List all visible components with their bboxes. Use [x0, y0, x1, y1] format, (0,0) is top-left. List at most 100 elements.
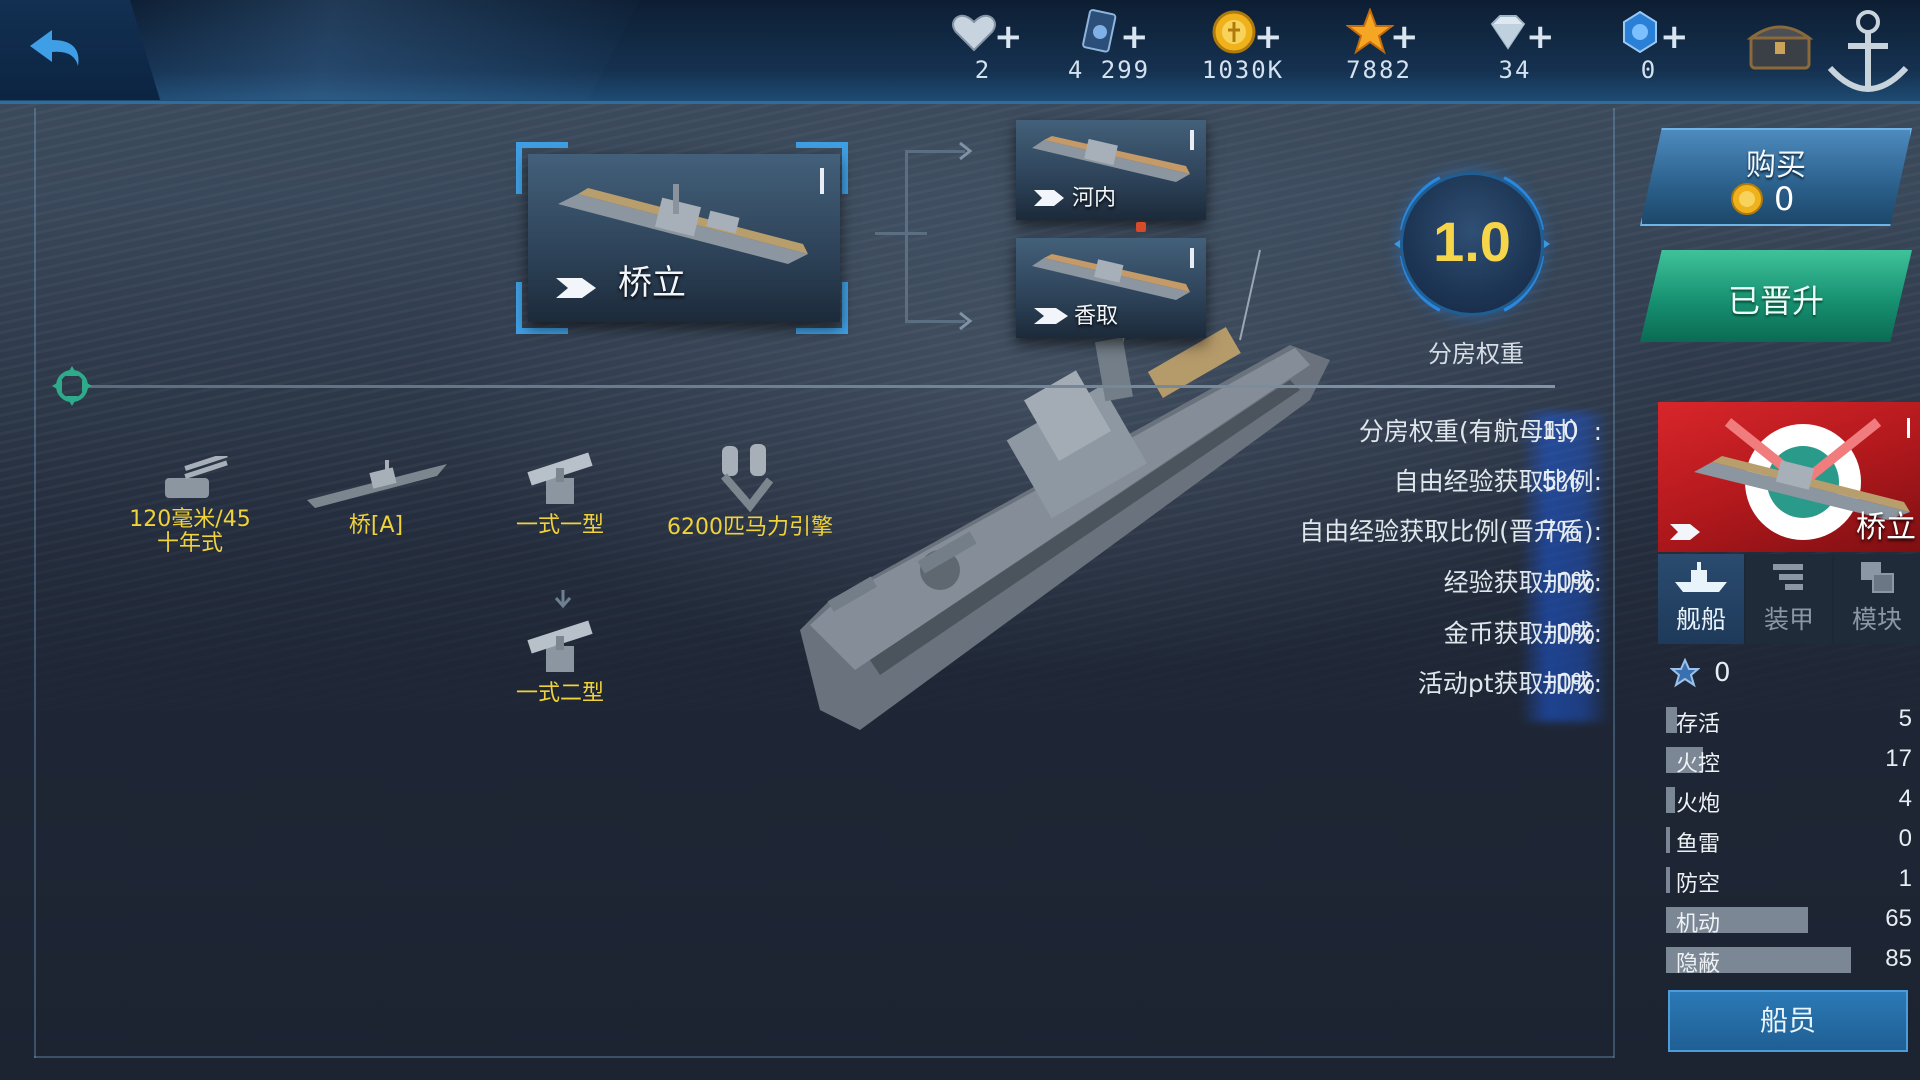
crew-label: 船员 [1759, 1004, 1816, 1037]
module-engine-label: 6200匹马力引擎 [667, 515, 833, 540]
attribute-value: 0 [1898, 825, 1912, 852]
cruiser-class-icon [1034, 190, 1064, 206]
frame-left [34, 108, 36, 1058]
attribute-name: 存活 [1676, 712, 1721, 737]
weight-value: 1.0 [1433, 210, 1511, 273]
resource-hearts: + 2 [928, 6, 1038, 86]
star-icon [1346, 8, 1394, 55]
tab-module[interactable]: 模块 [1834, 554, 1920, 644]
tab-armor-label: 装甲 [1763, 605, 1814, 634]
back-arrow-icon [30, 30, 79, 66]
attribute-value: 85 [1885, 945, 1912, 972]
heart-icon [952, 14, 996, 52]
add-diamonds-button[interactable]: + [1526, 20, 1555, 54]
attribute-bar-fill [1666, 827, 1670, 853]
hearts-value: 2 [974, 56, 992, 84]
buy-cost: 0 [1730, 180, 1850, 218]
attribute-name: 火控 [1676, 752, 1721, 777]
module-engine[interactable]: 6200匹马力引擎 [650, 440, 850, 540]
ship-portrait[interactable]: 桥立 [1658, 402, 1920, 552]
radar-icon [527, 620, 593, 672]
treasure-chest-icon[interactable] [1745, 14, 1815, 74]
stat-value: +0% [1542, 666, 1595, 697]
attribute-name: 鱼雷 [1676, 832, 1721, 857]
stars-value: 7882 [1346, 56, 1412, 84]
detail-tabs: 舰船 装甲 模块 [1658, 554, 1920, 644]
crew-button[interactable]: 船员 [1668, 990, 1908, 1052]
arrow-down-icon [554, 590, 572, 609]
attribute-name: 机动 [1676, 912, 1721, 937]
add-hearts-button[interactable]: + [994, 20, 1023, 54]
attribute-value: 17 [1885, 745, 1912, 772]
next-ship-card-1[interactable]: 河内 [1016, 120, 1206, 220]
ship-tab-icon [1675, 562, 1727, 592]
blue-token-value: 0 [1640, 56, 1658, 84]
add-gold-button[interactable]: + [1254, 20, 1283, 54]
weight-label: 分房权重 [1428, 340, 1524, 368]
next-ship-card-2[interactable]: 香取 [1016, 238, 1206, 338]
attribute-row: 机动 65 [1666, 904, 1916, 937]
attribute-value: 5 [1898, 705, 1912, 732]
module-gun[interactable]: 120毫米/45 十年式 [118, 456, 262, 556]
tier-indicator [1907, 418, 1910, 438]
gold-value: 1030K [1201, 56, 1285, 84]
resource-cards: + 4 299 [1054, 6, 1164, 86]
module-radar-1-label: 一式一型 [515, 513, 604, 538]
destroyer-class-icon [556, 278, 596, 298]
attribute-value: 1 [1898, 865, 1912, 892]
tab-module-label: 模块 [1851, 605, 1902, 634]
module-radar-2-label: 一式二型 [515, 681, 604, 706]
attribute-name: 隐蔽 [1676, 952, 1721, 977]
engine-icon [720, 444, 774, 512]
promoted-button[interactable]: 已晋升 [1640, 250, 1912, 342]
star-rating: 0 [1670, 656, 1731, 690]
ship-marker [1136, 222, 1146, 232]
arrow-right-icon [959, 141, 973, 161]
attribute-value: 65 [1885, 905, 1912, 932]
resource-blue-token: + 0 [1594, 6, 1704, 86]
top-bar-decoration [120, 0, 640, 100]
tier-indicator [820, 168, 824, 194]
module-divider-line [90, 385, 1555, 388]
tab-armor[interactable]: 装甲 [1746, 554, 1834, 644]
current-ship-card[interactable]: 桥立 [528, 154, 840, 322]
destroyer-class-icon [1034, 308, 1068, 324]
anchor-icon [1827, 10, 1909, 92]
module-radar-1[interactable]: 一式一型 [500, 448, 620, 538]
resource-stars: + 7882 [1324, 6, 1434, 86]
weight-indicator: 1.0 [1400, 172, 1544, 316]
destroyer-class-icon [1670, 524, 1700, 540]
stat-value: 7% [1542, 514, 1580, 545]
attribute-row: 火炮 4 [1666, 784, 1916, 817]
tree-connector-vertical [905, 150, 908, 322]
resource-diamonds: + 34 [1460, 6, 1570, 86]
buy-button[interactable]: 购买 0 [1640, 128, 1912, 226]
module-radar-2[interactable]: 一式二型 [500, 616, 620, 706]
attribute-row: 防空 1 [1666, 864, 1916, 897]
gold-coin-icon [1212, 10, 1256, 54]
tab-ship-label: 舰船 [1675, 605, 1726, 634]
cards-value: 4 299 [1067, 56, 1151, 84]
module-tab-icon [1861, 562, 1894, 593]
top-bar: + 2 + 4 299 + 1030K + 7882 + 34 + 0 [0, 0, 1920, 104]
add-cards-button[interactable]: + [1120, 20, 1149, 54]
buy-label: 购买 [1746, 148, 1806, 183]
armor-tab-icon [1773, 564, 1803, 590]
tree-connector-mid [875, 232, 927, 235]
module-hull-label: 桥[A] [348, 513, 404, 538]
tab-ship[interactable]: 舰船 [1658, 554, 1746, 644]
stat-value: 1.0 [1542, 414, 1579, 445]
star-value: 0 [1714, 658, 1731, 688]
attribute-row: 鱼雷 0 [1666, 824, 1916, 857]
attribute-row: 火控 17 [1666, 744, 1916, 777]
attribute-name: 火炮 [1676, 792, 1721, 817]
hull-icon [307, 460, 447, 508]
tier-indicator [1190, 130, 1194, 150]
add-blue-token-button[interactable]: + [1660, 20, 1689, 54]
module-hull[interactable]: 桥[A] [296, 456, 456, 538]
stat-value: 5% [1542, 464, 1580, 495]
attribute-row: 存活 5 [1666, 704, 1916, 737]
add-stars-button[interactable]: + [1390, 20, 1419, 54]
attribute-bar-fill [1666, 787, 1675, 813]
attribute-bar-fill [1666, 867, 1670, 893]
